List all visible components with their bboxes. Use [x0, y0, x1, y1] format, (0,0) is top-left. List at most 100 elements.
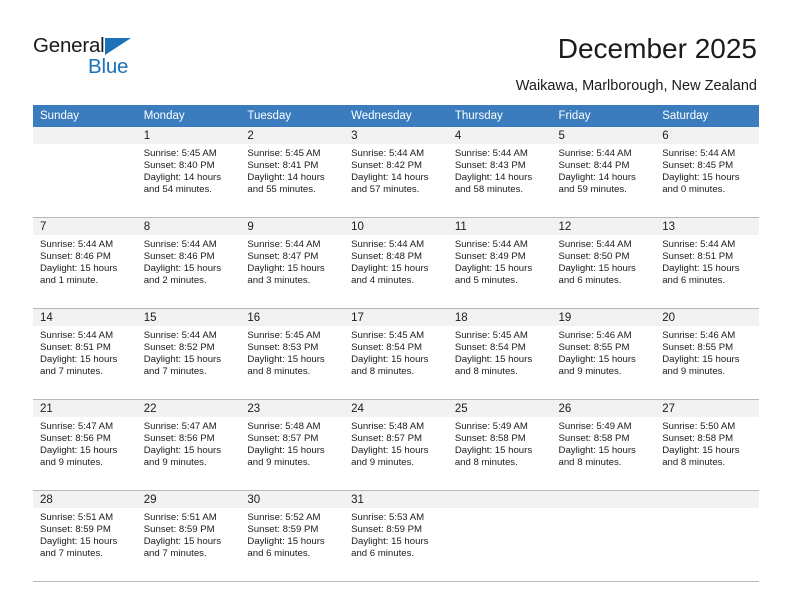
day-cell-inner: 8 Sunrise: 5:44 AM Sunset: 8:46 PM Daylight…: [136, 218, 241, 308]
calendar-day-cell[interactable]: 15 Sunrise: 5:44 AM Sunset: 8:52 PM Dayligh…: [136, 308, 241, 400]
calendar-page: General Blue December 2025 Waikawa, Marl…: [0, 0, 792, 612]
calendar-day-cell[interactable]: 2 Sunrise: 5:45 AM Sunset: 8:41 PM Daylight…: [240, 127, 345, 218]
day-detail-line: Daylight: 15 hours: [662, 263, 740, 275]
page-title: December 2025: [557, 33, 757, 64]
day-detail-line: Daylight: 15 hours: [662, 172, 740, 184]
day-details: Sunrise: 5:44 AM Sunset: 8:43 PM Daylight:…: [448, 144, 552, 196]
calendar-day-cell[interactable]: 20 Sunrise: 5:46 AM Sunset: 8:55 PM Dayligh…: [655, 308, 759, 400]
day-detail-line: Daylight: 15 hours: [351, 536, 429, 548]
day-detail-line: Sunset: 8:45 PM: [662, 160, 734, 172]
day-detail-line: and 58 minutes.: [454, 184, 524, 196]
calendar-day-cell[interactable]: 14 Sunrise: 5:44 AM Sunset: 8:51 PM Dayligh…: [33, 308, 137, 400]
calendar-day-cell[interactable]: 24 Sunrise: 5:48 AM Sunset: 8:57 PM Dayligh…: [344, 399, 448, 491]
day-detail-line: Sunrise: 5:44 AM: [662, 148, 736, 159]
calendar-day-cell[interactable]: 11 Sunrise: 5:44 AM Sunset: 8:49 PM Dayligh…: [447, 217, 552, 309]
day-details: Sunrise: 5:44 AM Sunset: 8:51 PM Daylight:…: [33, 326, 137, 378]
calendar-day-cell[interactable]: 4 Sunrise: 5:44 AM Sunset: 8:43 PM Daylight…: [447, 127, 552, 218]
calendar-day-cell[interactable]: 29 Sunrise: 5:51 AM Sunset: 8:59 PM Dayligh…: [136, 490, 241, 582]
day-details: Sunrise: 5:52 AM Sunset: 8:59 PM Daylight:…: [240, 508, 344, 560]
day-detail-line: and 8 minutes.: [662, 457, 726, 469]
weekday-header-thursday: Thursday: [447, 105, 552, 127]
day-detail-line: Sunset: 8:47 PM: [247, 251, 319, 263]
calendar-day-cell[interactable]: 6 Sunrise: 5:44 AM Sunset: 8:45 PM Daylight…: [655, 127, 759, 218]
day-detail-line: and 9 minutes.: [351, 457, 415, 469]
day-detail-line: and 9 minutes.: [143, 457, 207, 469]
day-details: Sunrise: 5:48 AM Sunset: 8:57 PM Daylight:…: [344, 417, 448, 469]
calendar-day-cell[interactable]: 22 Sunrise: 5:47 AM Sunset: 8:56 PM Dayligh…: [136, 399, 241, 491]
day-number: 3: [344, 127, 448, 144]
day-detail-line: and 9 minutes.: [40, 457, 103, 469]
day-number: 20: [655, 309, 759, 326]
day-cell-inner: 13 Sunrise: 5:44 AM Sunset: 8:51 PM Dayligh…: [655, 218, 759, 308]
day-detail-line: Daylight: 15 hours: [558, 263, 636, 275]
calendar-day-cell[interactable]: 23 Sunrise: 5:48 AM Sunset: 8:57 PM Dayligh…: [240, 399, 345, 491]
day-detail-line: Sunset: 8:58 PM: [558, 433, 630, 445]
day-number: 5: [551, 127, 656, 144]
day-detail-line: Daylight: 15 hours: [40, 536, 118, 548]
calendar-day-cell[interactable]: 18 Sunrise: 5:45 AM Sunset: 8:54 PM Dayligh…: [447, 308, 552, 400]
day-detail-line: and 9 minutes.: [662, 366, 726, 378]
calendar-week-row: 7 Sunrise: 5:44 AM Sunset: 8:46 PM Daylight…: [33, 217, 759, 309]
day-cell-inner: 9 Sunrise: 5:44 AM Sunset: 8:47 PM Daylight…: [240, 218, 345, 308]
weekday-header-tuesday: Tuesday: [240, 105, 345, 127]
calendar-day-cell[interactable]: 19 Sunrise: 5:46 AM Sunset: 8:55 PM Dayligh…: [551, 308, 656, 400]
day-detail-line: Daylight: 15 hours: [40, 445, 118, 457]
day-details: Sunrise: 5:47 AM Sunset: 8:56 PM Daylight:…: [137, 417, 241, 469]
calendar-day-cell[interactable]: 21 Sunrise: 5:47 AM Sunset: 8:56 PM Dayligh…: [33, 399, 137, 491]
day-details: Sunrise: 5:44 AM Sunset: 8:52 PM Daylight:…: [137, 326, 241, 378]
calendar-day-cell[interactable]: 12 Sunrise: 5:44 AM Sunset: 8:50 PM Dayligh…: [551, 217, 656, 309]
day-detail-line: Sunset: 8:40 PM: [143, 160, 215, 172]
day-cell-inner: 3 Sunrise: 5:44 AM Sunset: 8:42 PM Daylight…: [344, 127, 448, 217]
calendar-day-cell-empty: [551, 490, 656, 582]
calendar-day-cell[interactable]: 31 Sunrise: 5:53 AM Sunset: 8:59 PM Dayligh…: [344, 490, 448, 582]
day-details: Sunrise: 5:44 AM Sunset: 8:46 PM Daylight:…: [137, 235, 241, 287]
day-cell-inner: 26 Sunrise: 5:49 AM Sunset: 8:58 PM Dayligh…: [551, 400, 656, 490]
day-detail-line: Daylight: 15 hours: [247, 445, 325, 457]
day-cell-inner: 17 Sunrise: 5:45 AM Sunset: 8:54 PM Dayligh…: [344, 309, 448, 399]
day-detail-line: Daylight: 15 hours: [143, 354, 222, 366]
day-detail-line: and 9 minutes.: [247, 457, 311, 469]
calendar-day-cell[interactable]: 3 Sunrise: 5:44 AM Sunset: 8:42 PM Daylight…: [344, 127, 448, 218]
calendar-day-cell[interactable]: 28 Sunrise: 5:51 AM Sunset: 8:59 PM Dayligh…: [33, 490, 137, 582]
day-detail-line: Daylight: 15 hours: [40, 354, 118, 366]
calendar-day-cell[interactable]: 5 Sunrise: 5:44 AM Sunset: 8:44 PM Daylight…: [551, 127, 656, 218]
calendar-day-cell[interactable]: 27 Sunrise: 5:50 AM Sunset: 8:58 PM Dayligh…: [655, 399, 759, 491]
day-detail-line: Sunset: 8:43 PM: [454, 160, 526, 172]
calendar-day-cell[interactable]: 25 Sunrise: 5:49 AM Sunset: 8:58 PM Dayligh…: [447, 399, 552, 491]
day-detail-line: Sunrise: 5:44 AM: [351, 239, 425, 250]
day-cell-inner: 27 Sunrise: 5:50 AM Sunset: 8:58 PM Dayligh…: [655, 400, 759, 490]
calendar-day-cell[interactable]: 17 Sunrise: 5:45 AM Sunset: 8:54 PM Dayligh…: [344, 308, 448, 400]
day-cell-inner: 25 Sunrise: 5:49 AM Sunset: 8:58 PM Dayligh…: [447, 400, 552, 490]
calendar-day-cell[interactable]: 10 Sunrise: 5:44 AM Sunset: 8:48 PM Dayligh…: [344, 217, 448, 309]
day-detail-line: Sunset: 8:56 PM: [143, 433, 215, 445]
calendar-day-cell[interactable]: 9 Sunrise: 5:44 AM Sunset: 8:47 PM Daylight…: [240, 217, 345, 309]
day-cell-inner: 11 Sunrise: 5:44 AM Sunset: 8:49 PM Dayligh…: [447, 218, 552, 308]
day-detail-line: Daylight: 15 hours: [454, 445, 533, 457]
calendar-day-cell-empty: [655, 490, 759, 582]
day-number: 15: [136, 309, 241, 326]
day-detail-line: Sunset: 8:48 PM: [351, 251, 423, 263]
day-cell-inner: 14 Sunrise: 5:44 AM Sunset: 8:51 PM Dayligh…: [33, 309, 137, 399]
calendar-day-cell[interactable]: 13 Sunrise: 5:44 AM Sunset: 8:51 PM Dayligh…: [655, 217, 759, 309]
calendar-day-cell[interactable]: 30 Sunrise: 5:52 AM Sunset: 8:59 PM Dayligh…: [240, 490, 345, 582]
calendar-day-cell[interactable]: 7 Sunrise: 5:44 AM Sunset: 8:46 PM Daylight…: [33, 217, 137, 309]
calendar-day-cell[interactable]: 26 Sunrise: 5:49 AM Sunset: 8:58 PM Dayligh…: [551, 399, 656, 491]
day-detail-line: Sunset: 8:42 PM: [351, 160, 423, 172]
day-cell-inner: 21 Sunrise: 5:47 AM Sunset: 8:56 PM Dayligh…: [33, 400, 137, 490]
day-cell-inner: [33, 127, 137, 217]
day-cell-inner: 10 Sunrise: 5:44 AM Sunset: 8:48 PM Dayligh…: [344, 218, 448, 308]
day-details: Sunrise: 5:47 AM Sunset: 8:56 PM Daylight:…: [33, 417, 137, 469]
day-number: 6: [655, 127, 759, 144]
day-details: Sunrise: 5:45 AM Sunset: 8:40 PM Daylight:…: [137, 144, 241, 196]
day-detail-line: and 7 minutes.: [40, 548, 103, 560]
day-detail-line: and 8 minutes.: [454, 366, 518, 378]
weekday-header-row: Sunday Monday Tuesday Wednesday Thursday…: [33, 105, 759, 127]
calendar-day-cell[interactable]: 8 Sunrise: 5:44 AM Sunset: 8:46 PM Daylight…: [136, 217, 241, 309]
day-details: Sunrise: 5:44 AM Sunset: 8:49 PM Daylight:…: [448, 235, 552, 287]
day-number: 19: [551, 309, 656, 326]
day-detail-line: Daylight: 14 hours: [351, 172, 429, 184]
day-detail-line: Sunrise: 5:46 AM: [558, 330, 632, 341]
calendar-day-cell[interactable]: 1 Sunrise: 5:45 AM Sunset: 8:40 PM Daylight…: [136, 127, 241, 218]
day-detail-line: Sunset: 8:59 PM: [247, 524, 319, 536]
calendar-day-cell[interactable]: 16 Sunrise: 5:45 AM Sunset: 8:53 PM Dayligh…: [240, 308, 345, 400]
